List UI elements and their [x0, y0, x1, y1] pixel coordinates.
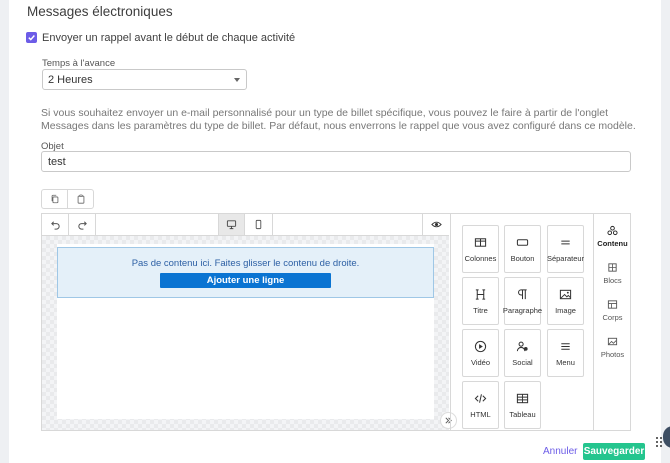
divider-icon [561, 240, 570, 244]
block-image[interactable]: Image [547, 277, 584, 325]
preview-button[interactable] [422, 214, 449, 235]
redo-button[interactable] [69, 214, 96, 235]
body-icon [607, 299, 618, 309]
block-button[interactable]: Bouton [504, 225, 541, 273]
social-icon [516, 341, 528, 351]
tab-blocks[interactable]: Blocs [594, 255, 631, 291]
columns-icon [474, 237, 487, 247]
tab-photos[interactable]: Photos [594, 329, 631, 365]
advance-time-select[interactable]: 2 Heures [42, 69, 247, 90]
paragraph-icon [518, 288, 527, 299]
button-icon [516, 238, 529, 246]
subject-input[interactable]: test [41, 151, 631, 172]
code-icon [474, 393, 487, 403]
chevron-down-icon [234, 78, 240, 82]
mobile-view-button[interactable] [245, 214, 273, 235]
undo-button[interactable] [42, 214, 69, 235]
undo-icon [50, 221, 60, 230]
cancel-button[interactable]: Annuler [543, 446, 577, 457]
block-video[interactable]: Vidéo [462, 329, 499, 377]
block-label: Tableau [509, 409, 536, 419]
block-label: Bouton [510, 253, 535, 263]
mobile-icon [255, 219, 262, 230]
desktop-icon [226, 220, 237, 230]
block-paragraph[interactable]: Paragraphe [502, 277, 543, 325]
tab-content[interactable]: Contenu [594, 218, 631, 254]
table-icon [516, 393, 529, 403]
help-text: Si vous souhaitez envoyer un e-mail pers… [41, 107, 636, 132]
block-table[interactable]: Tableau [504, 381, 541, 429]
heading-icon [475, 288, 486, 300]
help-widget-button[interactable] [663, 426, 670, 448]
paste-button[interactable] [67, 189, 94, 209]
block-social[interactable]: Social [504, 329, 541, 377]
block-label: Titre [473, 305, 488, 315]
content-blocks-panel: Colonnes Bouton Séparateur Titre Paragra… [450, 214, 593, 430]
block-label: Vidéo [470, 357, 491, 367]
advance-time-value: 2 Heures [48, 74, 93, 86]
image-icon [559, 289, 572, 299]
tab-label: Photos [600, 349, 625, 359]
advance-time-label: Temps à l'avance [42, 58, 116, 69]
save-button[interactable]: Sauvegarder [583, 443, 645, 460]
editor-tabs: Contenu Blocs Corps Photos [593, 214, 630, 430]
empty-row-message: Pas de contenu ici. Faites glisser le co… [131, 258, 360, 269]
eye-icon [430, 221, 442, 228]
editor-canvas: Pas de contenu ici. Faites glisser le co… [42, 236, 457, 430]
block-html[interactable]: HTML [462, 381, 499, 429]
editor-toolbar [42, 214, 449, 236]
redo-icon [77, 221, 87, 230]
blocks-icon [608, 262, 617, 272]
photos-icon [607, 337, 618, 345]
content-icon [607, 225, 618, 235]
block-divider[interactable]: Séparateur [547, 225, 584, 273]
block-label: Colonnes [464, 253, 497, 263]
add-row-button[interactable]: Ajouter une ligne [160, 273, 331, 288]
email-settings-panel: Messages électroniques Envoyer un rappel… [9, 0, 661, 463]
block-label: Social [512, 357, 533, 367]
block-menu[interactable]: Menu [547, 329, 584, 377]
reminder-checkbox[interactable] [26, 32, 37, 43]
block-label: Image [555, 305, 576, 315]
tab-label: Contenu [597, 238, 628, 248]
block-columns[interactable]: Colonnes [462, 225, 499, 273]
block-label: Paragraphe [502, 305, 543, 315]
drag-handle-icon[interactable] [655, 436, 663, 448]
menu-icon [561, 342, 570, 350]
reminder-checkbox-label[interactable]: Envoyer un rappel avant le début de chaq… [42, 32, 295, 44]
tab-label: Corps [602, 312, 623, 322]
tab-label: Blocs [603, 275, 622, 285]
block-label: Menu [556, 357, 575, 367]
copy-button[interactable] [41, 189, 68, 209]
clipboard-icon [77, 194, 84, 204]
copy-icon [51, 194, 58, 204]
tab-body[interactable]: Corps [594, 292, 631, 328]
empty-row-dropzone[interactable]: Pas de contenu ici. Faites glisser le co… [57, 247, 434, 298]
block-heading[interactable]: Titre [462, 277, 499, 325]
check-icon [28, 35, 35, 41]
desktop-view-button[interactable] [218, 214, 245, 235]
block-label: HTML [470, 409, 491, 419]
email-editor: Pas de contenu ici. Faites glisser le co… [41, 213, 631, 431]
video-icon [474, 340, 487, 352]
section-title: Messages électroniques [27, 4, 173, 19]
block-label: Séparateur [546, 253, 585, 263]
